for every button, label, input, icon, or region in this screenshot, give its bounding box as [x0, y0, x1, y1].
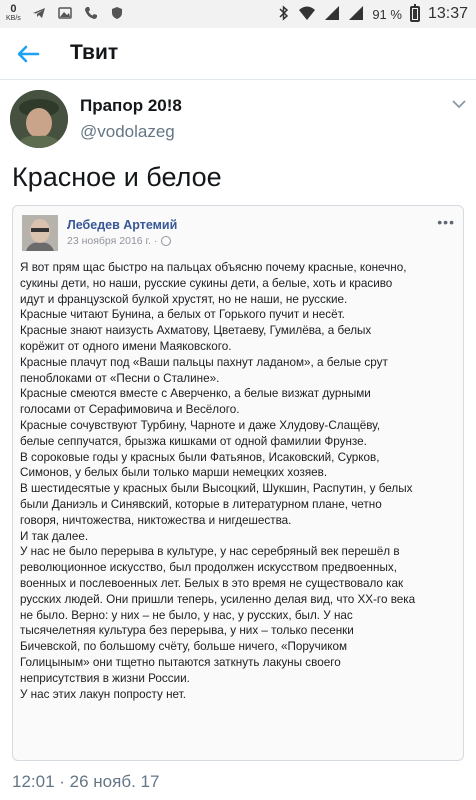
embedded-post-line: не было. Верно: у них – не было, у нас, …	[20, 608, 353, 622]
phone-icon	[83, 5, 99, 24]
network-speed-unit: KB/s	[6, 15, 21, 22]
battery-icon	[409, 4, 420, 22]
wifi-icon	[298, 5, 316, 24]
embedded-post-line: революционное искусство, был продолжен и…	[20, 561, 397, 575]
embedded-post-line: пеноблоками от «Песни о Сталине».	[20, 371, 220, 385]
embedded-author-avatar	[22, 215, 58, 251]
page-title: Твит	[70, 41, 119, 64]
embedded-post-line: русских людей. Они пришли теперь, усилен…	[20, 592, 416, 606]
embedded-post-line: сукины дети, но наши, русские сукины дет…	[20, 276, 393, 290]
embedded-post-line: белые сеппучатся, брызжа кишками от одно…	[20, 434, 367, 448]
image-icon	[57, 5, 73, 24]
network-speed: 0 KB/s	[6, 3, 21, 23]
embedded-post-line: Симонов, у белых были только марши немец…	[20, 466, 328, 480]
embedded-post-line: Бичевской, по большому счёту, больше нич…	[20, 640, 348, 654]
embedded-post-line: идут и французской булкой хрустят, но не…	[20, 292, 348, 306]
embedded-post-line: Я вот прям щас быстро на пальцах объясню…	[20, 261, 407, 274]
back-button[interactable]	[12, 38, 44, 70]
embedded-post-line: И так далее.	[20, 529, 89, 543]
tweet-text: Красное и белое	[12, 162, 222, 192]
embedded-post-line: неприсутствия в жизни России.	[20, 671, 190, 685]
author-handle[interactable]: @vodolazeg	[80, 122, 175, 142]
author-avatar[interactable]	[10, 90, 68, 148]
embedded-post-body: Я вот прям щас быстро на пальцах объясню…	[20, 260, 460, 702]
embedded-author-name: Лебедев Артемий	[67, 218, 178, 232]
embedded-post-line: Красные плачут под «Ваши пальцы пахнут л…	[20, 355, 388, 369]
status-bar: 0 KB/s 91 % 13:37	[0, 0, 476, 28]
embedded-post-line: Красные смеются вместе с Аверченко, а бе…	[20, 387, 371, 401]
embedded-post-line: корёжит от одного имени Маяковского.	[20, 339, 232, 353]
tweet-timestamp: 12:01 · 26 нояб. 17	[12, 772, 160, 791]
embedded-post-line: Красные знают наизусть Ахматову, Цветаев…	[20, 324, 372, 338]
author-name[interactable]: Прапор 20!8	[80, 96, 182, 116]
embedded-post-line: У нас не было перерыва в культуре, у нас…	[20, 545, 400, 559]
globe-icon	[161, 236, 172, 246]
status-time: 13:37	[427, 5, 468, 22]
embedded-post-line: голосами от Серафимовича и Весёлого.	[20, 403, 240, 417]
embedded-post-line: Красные читают Бунина, а белых от Горько…	[20, 308, 345, 322]
signal-icon-2	[348, 5, 364, 24]
embedded-post-line: У нас этих лакун попросту нет.	[20, 687, 186, 701]
telegram-icon	[31, 5, 47, 24]
signal-icon	[324, 5, 340, 24]
status-bar-left: 0 KB/s	[6, 3, 125, 25]
embedded-post-line: тысячелетняя культура без перерыва, у ни…	[20, 624, 354, 638]
app-bar: Твит	[0, 28, 476, 80]
tweet-image[interactable]: Лебедев Артемий 23 ноября 2016 г. · ••• …	[12, 205, 464, 761]
shield-icon	[109, 5, 125, 24]
status-bar-right: 91 % 13:37	[278, 4, 468, 24]
embedded-post-line: говоря, ничтожества, никтожества и нигде…	[20, 513, 292, 527]
embedded-post-line: Голицыным» они тщетно пытаются заткнуть …	[20, 655, 341, 669]
bluetooth-icon	[278, 4, 290, 24]
network-speed-value: 0	[10, 3, 17, 15]
embedded-post-date-text: 23 ноября 2016 г. ·	[67, 235, 158, 247]
arrow-left-icon	[17, 45, 40, 63]
embedded-post-line: В сороковые годы у красных были Фатьянов…	[20, 450, 380, 464]
more-options-icon: •••	[437, 214, 455, 230]
embedded-post-date: 23 ноября 2016 г. ·	[67, 235, 172, 247]
chevron-down-icon[interactable]	[452, 96, 466, 112]
embedded-post-line: Красные сочувствуют Турбину, Чарноте и д…	[20, 418, 381, 432]
battery-percent: 91 %	[372, 6, 402, 22]
embedded-post-line: военных и послевоенных лет. Белых в это …	[20, 576, 404, 590]
embedded-post-line: В шестидесятые у красных были Высоцкий, …	[20, 482, 413, 496]
embedded-post-line: были Даниэль и Синявский, которые в лите…	[20, 497, 382, 511]
